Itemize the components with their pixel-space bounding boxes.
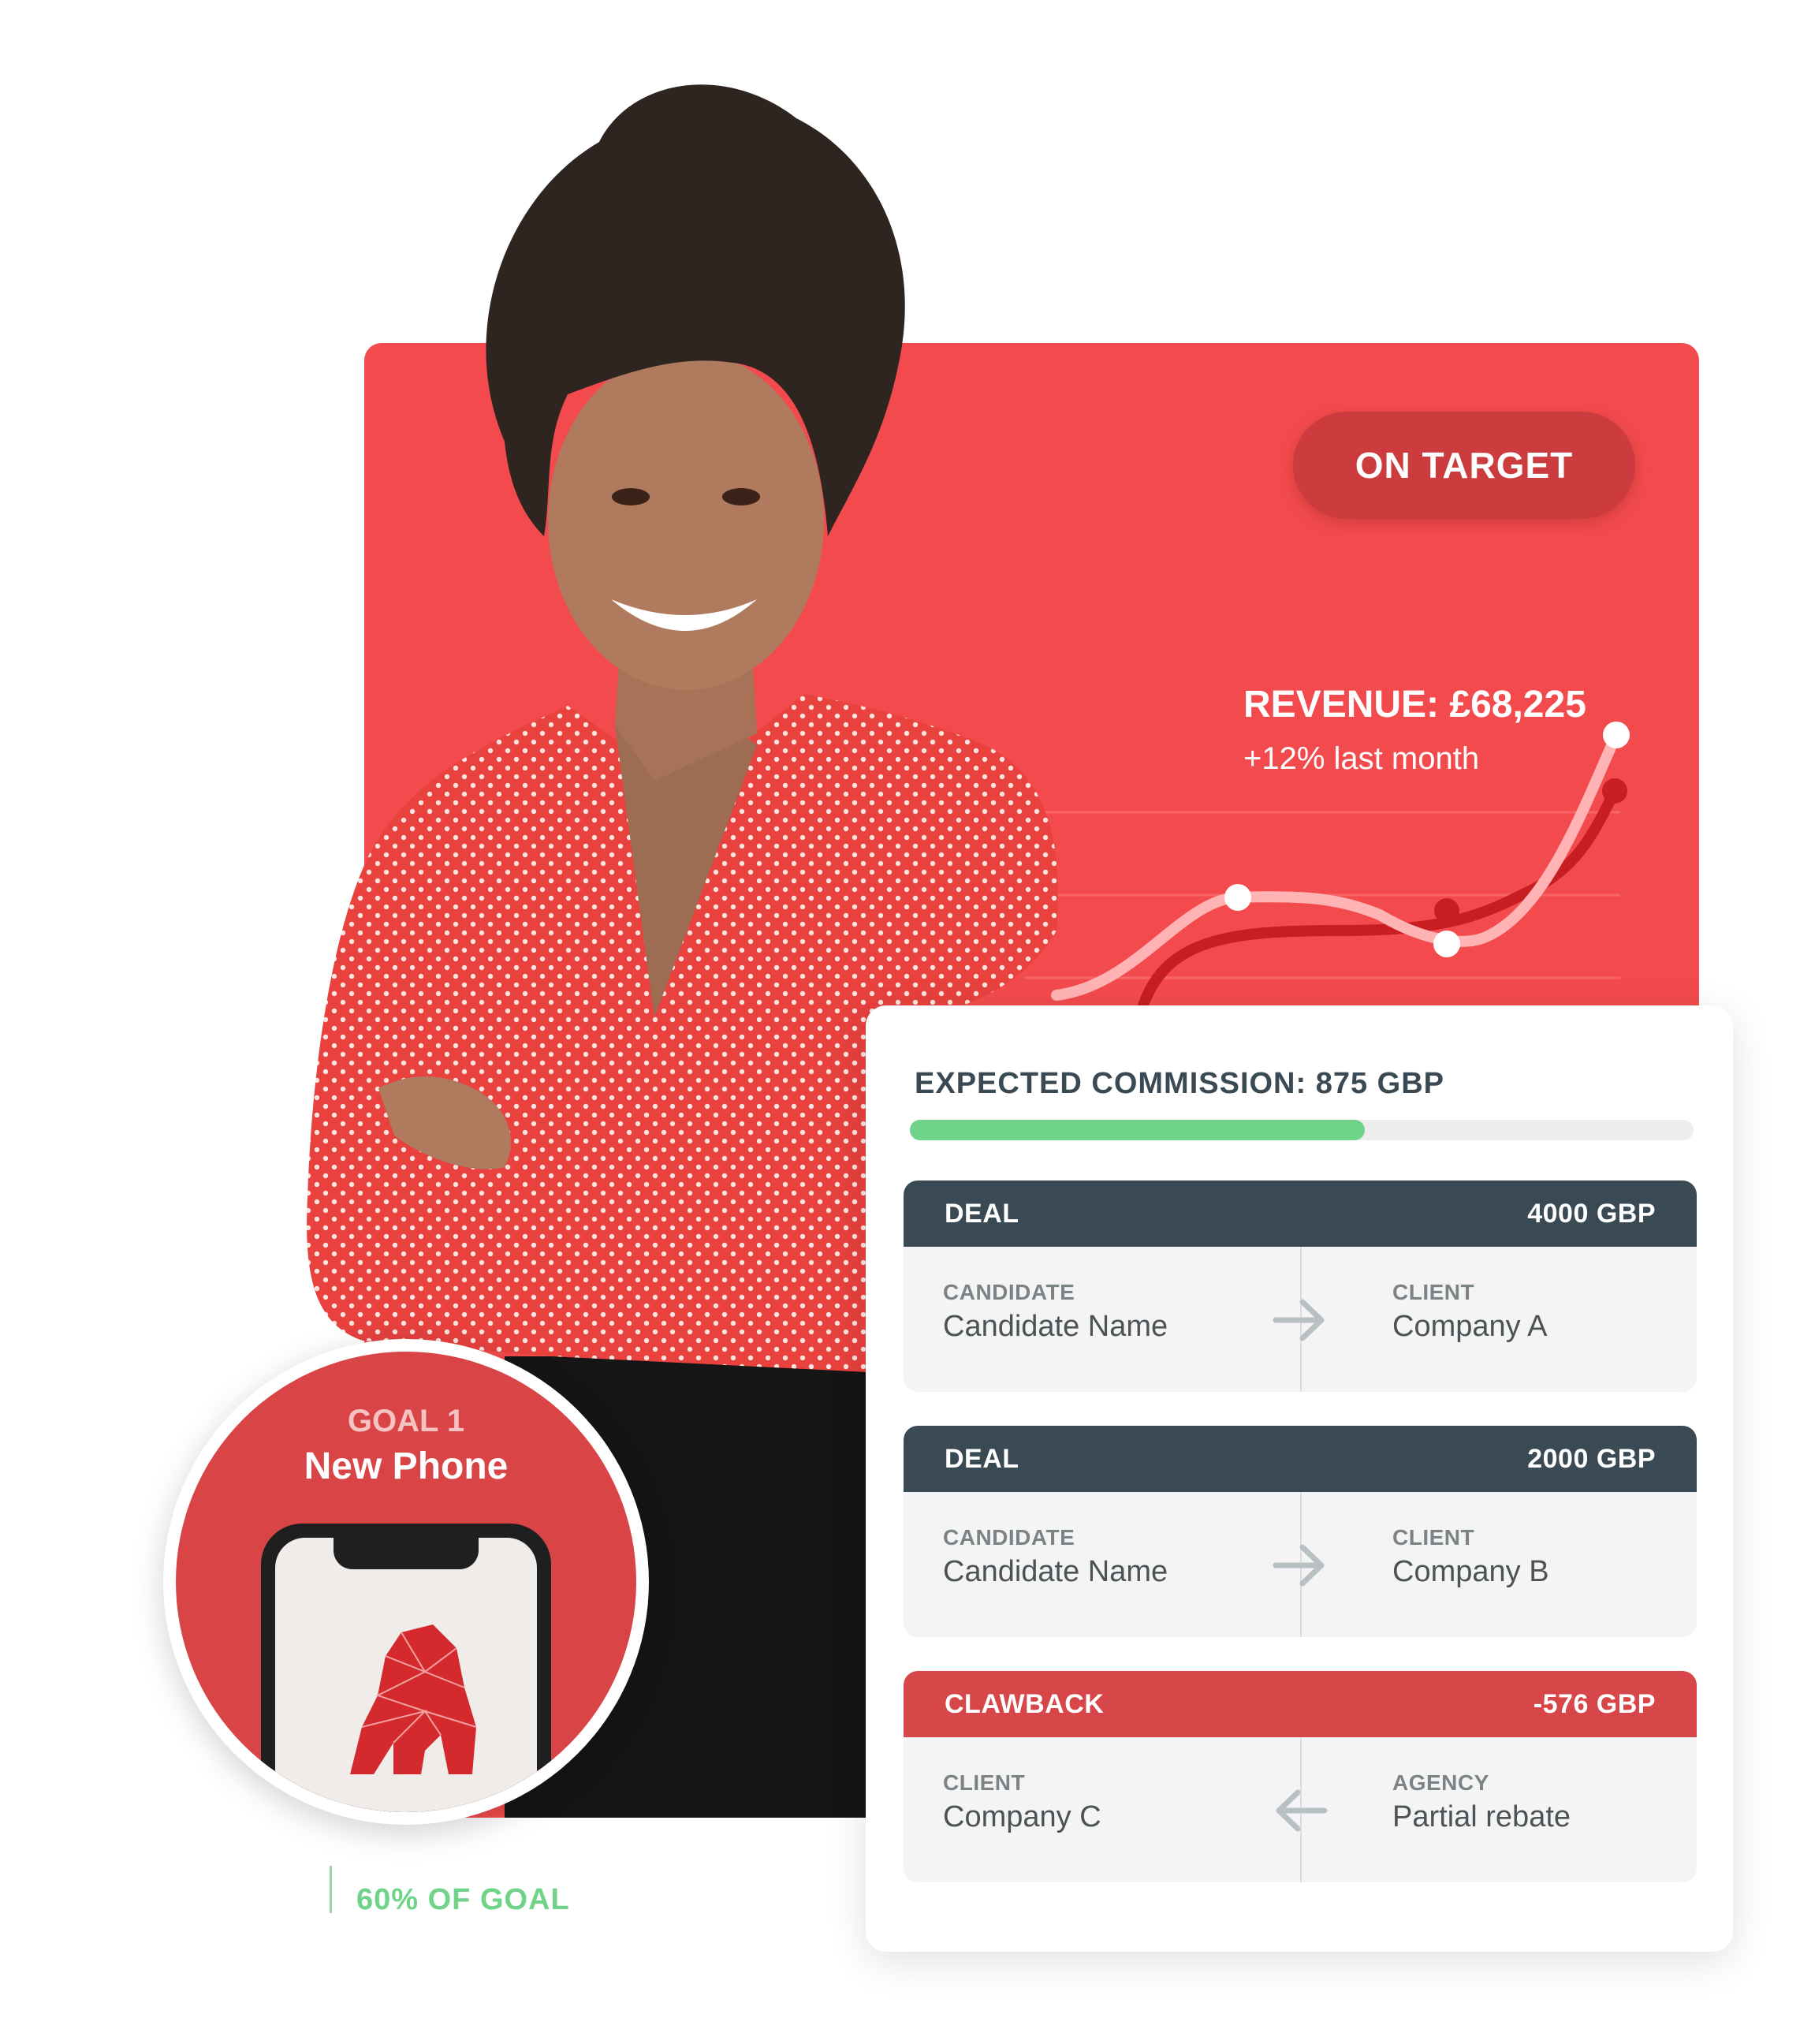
- commission-card: EXPECTED COMMISSION: 875 GBP DEAL 4000 G…: [866, 1005, 1733, 1952]
- entry-left-value: Candidate Name: [943, 1555, 1168, 1588]
- entry-right-value: Company B: [1392, 1555, 1549, 1588]
- entry-right-value: Partial rebate: [1392, 1800, 1571, 1833]
- arrow-left-icon: [1276, 1789, 1328, 1832]
- arrow-right-icon: [1273, 1544, 1325, 1587]
- commission-title: EXPECTED COMMISSION: 875 GBP: [915, 1067, 1445, 1100]
- entry-amount: 2000 GBP: [1527, 1443, 1656, 1474]
- entry-left-label: CANDIDATE: [943, 1525, 1075, 1550]
- entry-header: DEAL 2000 GBP: [904, 1426, 1697, 1492]
- entry-left-value: Company C: [943, 1800, 1101, 1833]
- deal-entry[interactable]: DEAL 4000 GBP CANDIDATE Candidate Name C…: [904, 1181, 1697, 1392]
- clawback-entry[interactable]: CLAWBACK -576 GBP CLIENT Company C AGENC…: [904, 1671, 1697, 1882]
- gorilla-icon: [350, 1624, 477, 1774]
- commission-progress-bar: [910, 1120, 1694, 1140]
- commission-progress-fill: [910, 1120, 1365, 1140]
- goal-label: GOAL 1: [347, 1404, 465, 1438]
- entry-amount: -576 GBP: [1533, 1688, 1656, 1719]
- goal-name: New Phone: [304, 1445, 509, 1487]
- person-face: [548, 351, 824, 690]
- entry-right-value: Company A: [1392, 1310, 1548, 1343]
- phone-screen: [275, 1538, 537, 1812]
- phone-illustration: [261, 1524, 551, 1812]
- entry-type: DEAL: [945, 1198, 1019, 1229]
- person-eye: [612, 488, 650, 505]
- entry-right-label: CLIENT: [1392, 1525, 1475, 1550]
- entry-amount: 4000 GBP: [1527, 1198, 1656, 1229]
- entry-header: DEAL 4000 GBP: [904, 1181, 1697, 1247]
- person-eye: [722, 488, 760, 505]
- entry-type: DEAL: [945, 1443, 1019, 1474]
- goal-progress-marker: [330, 1866, 332, 1913]
- deal-entry[interactable]: DEAL 2000 GBP CANDIDATE Candidate Name C…: [904, 1426, 1697, 1637]
- entry-left-value: Candidate Name: [943, 1310, 1168, 1343]
- arrow-right-icon: [1273, 1299, 1325, 1341]
- entry-left-label: CANDIDATE: [943, 1280, 1075, 1304]
- goal-card-inner: GOAL 1 New Phone: [176, 1352, 636, 1812]
- entry-type: CLAWBACK: [945, 1688, 1105, 1719]
- goal-progress-text: 60% OF GOAL: [356, 1883, 570, 1916]
- entry-header: CLAWBACK -576 GBP: [904, 1671, 1697, 1737]
- phone-notch: [334, 1536, 479, 1569]
- entry-right-label: AGENCY: [1392, 1770, 1489, 1795]
- entry-left-label: CLIENT: [943, 1770, 1026, 1795]
- entry-right-label: CLIENT: [1392, 1280, 1475, 1304]
